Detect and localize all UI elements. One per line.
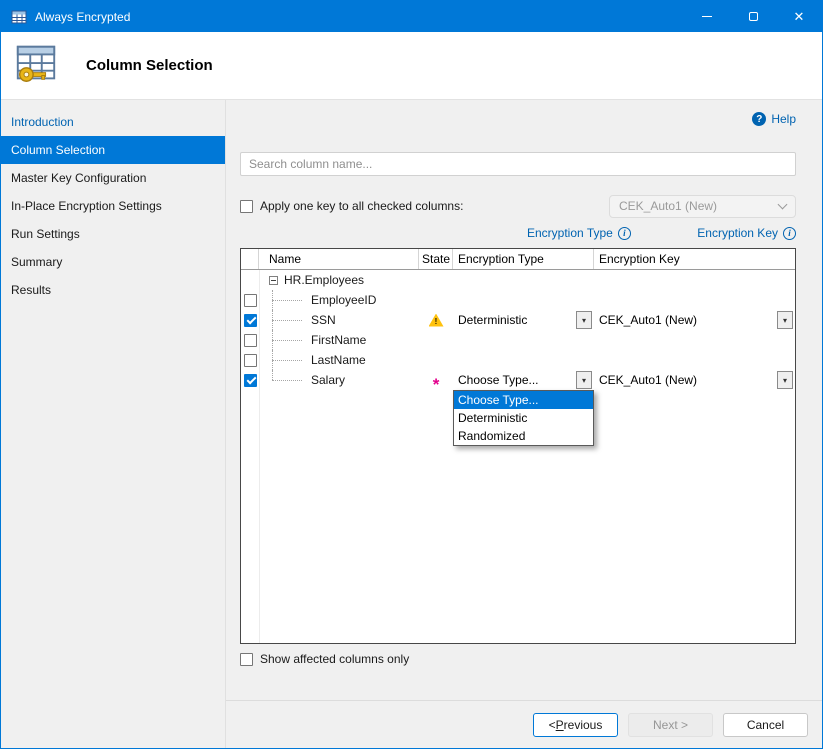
tree-collapse-icon[interactable] — [269, 276, 278, 285]
table-row: SSN ! Deterministic ▾ CEK_Auto1 (New) ▾ — [241, 310, 795, 330]
wizard-steps-sidebar: Introduction Column Selection Master Key… — [1, 100, 226, 749]
dropdown-arrow-icon[interactable]: ▾ — [777, 371, 793, 389]
dropdown-option-randomized[interactable]: Randomized — [454, 427, 593, 445]
sidebar-item-column-selection[interactable]: Column Selection — [1, 136, 225, 164]
maximize-icon — [749, 12, 758, 21]
column-header-state: State — [419, 249, 453, 269]
previous-button[interactable]: < Previous — [533, 713, 618, 737]
column-name-cell: FirstName — [259, 330, 419, 350]
encryption-key-info-icon[interactable]: i — [783, 227, 796, 240]
column-header-encryption-key: Encryption Key — [594, 249, 795, 269]
wizard-header: Column Selection — [1, 32, 822, 100]
page-title: Column Selection — [86, 57, 213, 74]
row-checkbox[interactable] — [244, 354, 257, 367]
table-row: Salary * Choose Type... ▾ CEK_Auto1 (New… — [241, 370, 795, 390]
column-selection-icon — [13, 41, 59, 90]
row-checkbox[interactable] — [244, 294, 257, 307]
always-encrypted-wizard-window: Always Encrypted ✕ — [0, 0, 823, 749]
apply-key-label: Apply one key to all checked columns: — [260, 199, 463, 213]
maximize-button[interactable] — [730, 1, 776, 32]
column-header-checkbox — [241, 249, 259, 269]
minimize-icon — [702, 16, 712, 17]
cancel-button[interactable]: Cancel — [723, 713, 808, 737]
row-checkbox[interactable] — [244, 314, 257, 327]
dropdown-arrow-icon[interactable]: ▾ — [777, 311, 793, 329]
titlebar: Always Encrypted ✕ — [1, 1, 822, 32]
sidebar-item-label: Summary — [11, 255, 62, 269]
column-header-encryption-type: Encryption Type — [453, 249, 594, 269]
column-header-name: Name — [259, 249, 419, 269]
sidebar-item-results[interactable]: Results — [1, 276, 225, 304]
encryption-key-link[interactable]: Encryption Key — [697, 226, 778, 240]
dropdown-arrow-icon[interactable]: ▾ — [576, 371, 592, 389]
search-input[interactable] — [240, 152, 796, 176]
window-controls: ✕ — [684, 1, 822, 32]
column-name-cell: LastName — [259, 350, 419, 370]
columns-grid: Name State Encryption Type Encryption Ke… — [240, 248, 796, 644]
table-row: FirstName — [241, 330, 795, 350]
encryption-type-value: Deterministic — [458, 313, 576, 327]
wizard-footer: < Previous Next > Cancel — [226, 700, 822, 749]
encryption-type-link[interactable]: Encryption Type — [527, 226, 613, 240]
apply-key-checkbox[interactable] — [240, 200, 253, 213]
dropdown-option-deterministic[interactable]: Deterministic — [454, 409, 593, 427]
encryption-key-value: CEK_Auto1 (New) — [599, 313, 777, 327]
sidebar-item-label: Results — [11, 283, 51, 297]
encryption-type-value: Choose Type... — [458, 373, 576, 387]
help-icon: ? — [752, 112, 766, 126]
sidebar-item-label: Run Settings — [11, 227, 80, 241]
dropdown-arrow-icon[interactable]: ▾ — [576, 311, 592, 329]
close-icon: ✕ — [794, 10, 805, 23]
sidebar-item-in-place-encryption-settings[interactable]: In-Place Encryption Settings — [1, 192, 225, 220]
encryption-key-combo[interactable]: CEK_Auto1 (New) ▾ — [594, 370, 795, 390]
close-button[interactable]: ✕ — [776, 1, 822, 32]
encryption-key-combo[interactable]: CEK_Auto1 (New) ▾ — [594, 310, 795, 330]
dropdown-option-choose-type[interactable]: Choose Type... — [454, 391, 593, 409]
required-icon: * — [433, 381, 440, 389]
table-row: EmployeeID — [241, 290, 795, 310]
sidebar-item-label: Introduction — [11, 115, 74, 129]
show-affected-checkbox[interactable] — [240, 653, 253, 666]
encryption-key-value: CEK_Auto1 (New) — [599, 373, 777, 387]
content-pane: ? Help Apply one key to all checked colu… — [226, 100, 822, 749]
show-affected-label: Show affected columns only — [260, 652, 409, 666]
encryption-type-combo[interactable]: Choose Type... ▾ — [453, 370, 594, 390]
sidebar-item-master-key-configuration[interactable]: Master Key Configuration — [1, 164, 225, 192]
warning-icon: ! — [429, 314, 444, 327]
encryption-type-dropdown: Choose Type... Deterministic Randomized — [453, 390, 594, 446]
table-row: LastName — [241, 350, 795, 370]
sidebar-item-label: In-Place Encryption Settings — [11, 199, 162, 213]
encryption-type-info-icon[interactable]: i — [618, 227, 631, 240]
grid-header: Name State Encryption Type Encryption Ke… — [241, 249, 795, 270]
encryption-type-combo[interactable]: Deterministic ▾ — [453, 310, 594, 330]
table-group-row: HR.Employees — [241, 270, 795, 290]
row-checkbox[interactable] — [244, 334, 257, 347]
sidebar-item-run-settings[interactable]: Run Settings — [1, 220, 225, 248]
chevron-down-icon — [778, 199, 788, 209]
apply-key-combo[interactable]: CEK_Auto1 (New) — [609, 195, 796, 218]
sidebar-item-label: Master Key Configuration — [11, 171, 146, 185]
next-button[interactable]: Next > — [628, 713, 713, 737]
sidebar-item-summary[interactable]: Summary — [1, 248, 225, 276]
apply-key-combo-value: CEK_Auto1 (New) — [619, 199, 717, 213]
window-title: Always Encrypted — [35, 10, 130, 24]
row-checkbox[interactable] — [244, 374, 257, 387]
column-name-cell: SSN — [259, 310, 419, 330]
wizard-body: Introduction Column Selection Master Key… — [1, 100, 822, 749]
sidebar-item-introduction[interactable]: Introduction — [1, 108, 225, 136]
minimize-button[interactable] — [684, 1, 730, 32]
app-icon — [11, 9, 27, 25]
sidebar-item-label: Column Selection — [11, 143, 105, 157]
column-name-cell: EmployeeID — [259, 290, 419, 310]
help-link[interactable]: Help — [771, 112, 796, 126]
table-group-name: HR.Employees — [284, 273, 364, 287]
column-name-cell: Salary — [259, 370, 419, 390]
